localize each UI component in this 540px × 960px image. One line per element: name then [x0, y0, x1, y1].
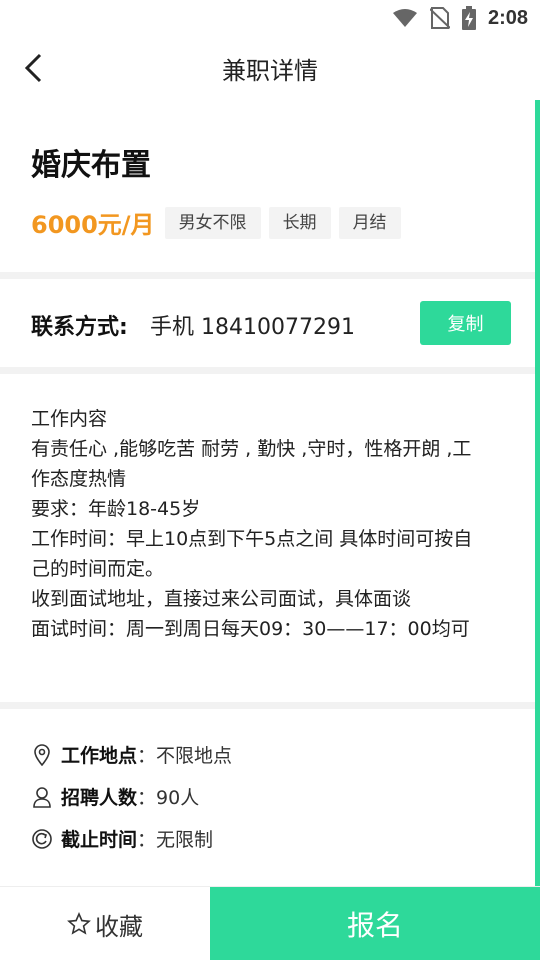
- contact-phone: 手机 18410077291: [150, 315, 355, 340]
- chevron-left-icon: [24, 53, 42, 83]
- apply-button[interactable]: 报名: [210, 887, 540, 960]
- tag-gender: 男女不限: [164, 206, 261, 239]
- description-line: 己的时间而定。: [31, 558, 165, 580]
- description-line: 有责任心 ,能够吃苦 耐劳 , 勤快 ,守时，性格开朗 ,工: [31, 438, 472, 460]
- location-pin-icon: [31, 743, 53, 766]
- section-divider: [0, 702, 535, 709]
- copy-button[interactable]: 复制: [420, 301, 511, 345]
- job-summary: 婚庆布置 6000元/月 男女不限 长期 月结: [0, 100, 535, 272]
- deadline-label: 截止时间: [61, 829, 138, 851]
- headcount-separator: ：: [137, 787, 157, 809]
- job-title: 婚庆布置: [31, 148, 151, 183]
- description-line: 面试时间：周一到周日每天09：30——17：00均可: [31, 618, 470, 640]
- wifi-icon: [392, 8, 418, 28]
- contact-label: 联系方式:: [31, 315, 128, 340]
- salary: 6000元/月: [31, 211, 155, 239]
- location-row: 工作地点：不限地点: [31, 741, 232, 768]
- bottom-action-bar: 收藏 报名: [0, 886, 540, 960]
- contact-section: 联系方式: 手机 18410077291 复制: [0, 279, 535, 367]
- favorite-button[interactable]: 收藏: [0, 887, 210, 960]
- person-icon: [31, 786, 53, 808]
- job-description: 工作内容 有责任心 ,能够吃苦 耐劳 , 勤快 ,守时，性格开朗 ,工 作态度热…: [0, 374, 535, 702]
- status-bar: 2:08: [0, 0, 540, 36]
- back-button[interactable]: [16, 50, 52, 86]
- headcount-label: 招聘人数: [61, 787, 138, 809]
- description-line: 收到面试地址，直接过来公司面试，具体面谈: [31, 588, 412, 610]
- headcount-row: 招聘人数： 90人: [31, 783, 199, 810]
- deadline-separator: ：: [137, 829, 157, 851]
- deadline-row: 截止时间：无限制: [31, 825, 213, 852]
- description-text: 工作内容 有责任心 ,能够吃苦 耐劳 , 勤快 ,守时，性格开朗 ,工 作态度热…: [31, 404, 511, 644]
- no-sim-icon: [429, 7, 450, 29]
- section-divider: [0, 272, 535, 279]
- page-title: 兼职详情: [222, 56, 318, 85]
- job-meta: 6000元/月 男女不限 长期 月结: [31, 205, 401, 240]
- description-line: 作态度热情: [31, 468, 127, 490]
- location-separator: ：: [137, 745, 157, 767]
- scrollbar[interactable]: [535, 100, 540, 886]
- app-header: 兼职详情: [0, 36, 540, 100]
- clock-cycle-icon: [31, 828, 53, 850]
- headcount-value: 90人: [156, 787, 200, 809]
- description-line: 工作内容: [31, 408, 108, 430]
- section-divider: [0, 367, 535, 374]
- star-outline-icon: [67, 912, 91, 935]
- tag-term: 长期: [268, 206, 331, 239]
- location-label: 工作地点: [61, 745, 138, 767]
- location-value: 不限地点: [156, 745, 233, 767]
- battery-charging-icon: [461, 6, 476, 30]
- job-info: 工作地点：不限地点 招聘人数： 90人 截止时间：无限制: [0, 709, 535, 885]
- deadline-value: 无限制: [156, 829, 214, 851]
- favorite-label: 收藏: [95, 912, 143, 941]
- status-time: 2:08: [487, 6, 528, 29]
- tag-payment: 月结: [338, 206, 401, 239]
- description-line: 要求：年龄18-45岁: [31, 498, 201, 520]
- description-line: 工作时间：早上10点到下午5点之间 具体时间可按自: [31, 528, 473, 550]
